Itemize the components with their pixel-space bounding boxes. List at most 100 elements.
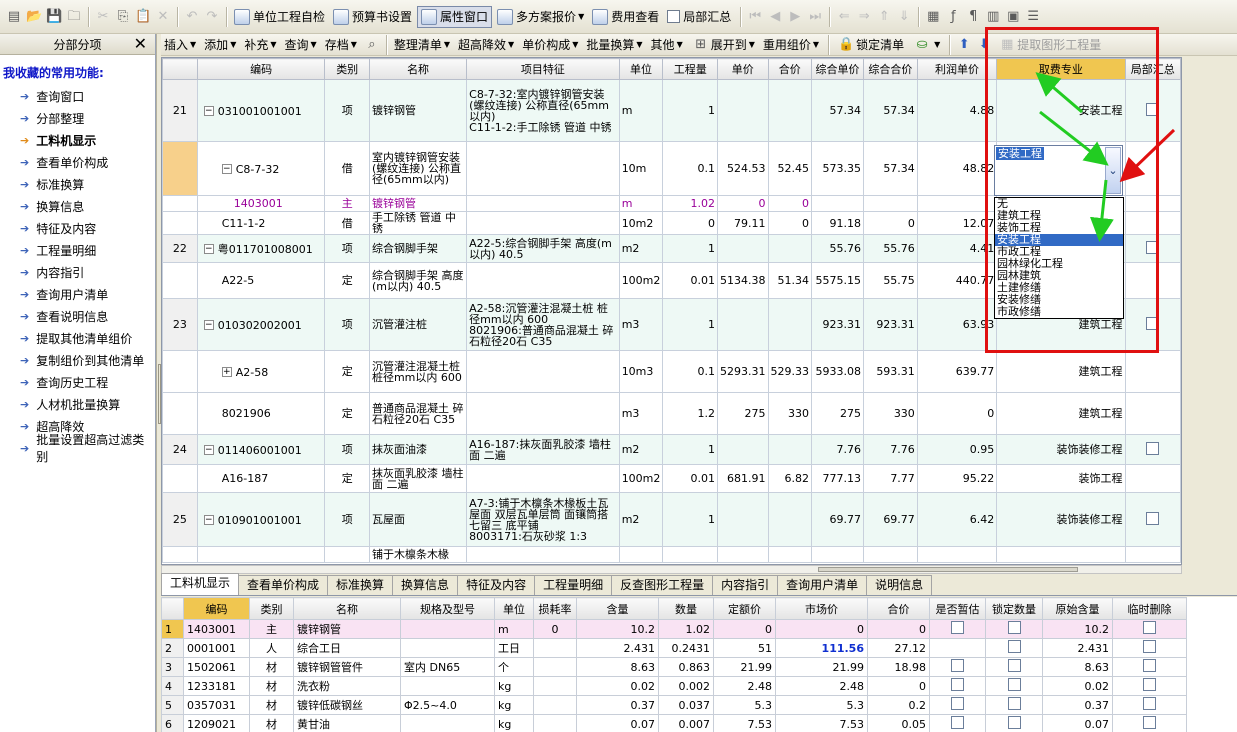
unit-cell[interactable]: 个 bbox=[494, 657, 534, 677]
code-cell[interactable]: −010302002001 bbox=[196, 298, 326, 351]
cont-cell[interactable]: 2.431 bbox=[576, 638, 659, 658]
collapse-icon[interactable]: − bbox=[221, 164, 232, 175]
collapse-icon[interactable]: − bbox=[203, 244, 214, 255]
code-cell[interactable]: − 粤011701008001 bbox=[196, 234, 326, 263]
table-row[interactable]: 5 0357031 材镀锌低碳钢丝 Φ2.5~4.0 kg 0.37 0.037 5.3 5.3… bbox=[161, 695, 1187, 715]
expand-icon[interactable]: + bbox=[221, 367, 232, 378]
column-header[interactable]: 取费专业 bbox=[996, 58, 1126, 80]
composite-total-cell[interactable]: 330 bbox=[862, 392, 918, 435]
dprice-cell[interactable]: 2.48 bbox=[713, 676, 776, 696]
total-cell[interactable]: 529.33 bbox=[767, 350, 813, 393]
price-cell[interactable] bbox=[717, 79, 769, 142]
edit-menu-2[interactable]: 补充 ▼ bbox=[241, 35, 279, 55]
cont-cell[interactable]: 0.07 bbox=[576, 714, 659, 732]
profit-cell[interactable]: 0.95 bbox=[916, 434, 998, 465]
quantity-cell[interactable] bbox=[662, 546, 719, 563]
composite-total-cell[interactable]: 57.34 bbox=[862, 141, 918, 196]
fee-specialty-cell[interactable]: 建筑工程 bbox=[996, 392, 1126, 435]
table-row[interactable]: + A2-58 定沉管灌注混凝土桩 桩径mm以内 600 10m3 0.1 5293.31… bbox=[162, 350, 1181, 393]
fee-specialty-cell[interactable]: 装饰装修工程 bbox=[996, 492, 1126, 547]
fee-view-button[interactable]: 费用查看 bbox=[589, 6, 662, 28]
calculator-icon[interactable]: ▣ bbox=[1005, 9, 1021, 25]
column-header[interactable]: 类别 bbox=[324, 58, 370, 80]
feature-cell[interactable]: C8-7-32:室内镀锌钢管安装(螺纹连接) 公称直径(65mm以内) C11-… bbox=[466, 79, 620, 142]
category-cell[interactable]: 定 bbox=[324, 350, 370, 393]
reuse-price-menu[interactable]: 重用组价 ▼ bbox=[760, 35, 822, 55]
name-cell[interactable]: 抹灰面油漆 bbox=[368, 434, 468, 465]
price-cell[interactable] bbox=[717, 298, 769, 351]
composite-total-cell[interactable]: 69.77 bbox=[862, 492, 918, 547]
name-cell[interactable]: 综合钢脚手架 bbox=[368, 234, 468, 263]
edit-menu-0[interactable]: 插入 ▼ bbox=[161, 35, 199, 55]
total-cell[interactable]: 52.45 bbox=[767, 141, 813, 196]
profit-cell[interactable]: 95.22 bbox=[916, 464, 998, 493]
close-icon[interactable]: ✕ bbox=[134, 34, 147, 54]
unit-cell[interactable]: kg bbox=[494, 676, 534, 696]
fee-specialty-cell[interactable] bbox=[996, 546, 1126, 563]
cls-cell[interactable]: 人 bbox=[249, 638, 294, 658]
quantity-cell[interactable]: 0 bbox=[662, 211, 719, 235]
lock-list-button[interactable]: 🔒 锁定清单 bbox=[833, 35, 907, 55]
fee-specialty-cell[interactable]: 装饰工程 bbox=[996, 464, 1126, 493]
partial-summary-checkbox[interactable] bbox=[1146, 442, 1160, 455]
composite-total-cell[interactable]: 923.31 bbox=[862, 298, 918, 351]
total-cell[interactable]: 18.98 bbox=[867, 657, 930, 677]
lock-quantity-checkbox[interactable] bbox=[1007, 621, 1021, 634]
column-header[interactable]: 单位 bbox=[618, 58, 664, 80]
tool-menu-4[interactable]: 其他 ▼ bbox=[648, 35, 686, 55]
loss-cell[interactable]: 0 bbox=[533, 619, 577, 639]
name-cell[interactable]: 沉管灌注混凝土桩 桩径mm以内 600 bbox=[368, 350, 468, 393]
estimate-checkbox[interactable] bbox=[951, 697, 964, 710]
column-header[interactable]: 合价 bbox=[867, 597, 930, 620]
scroll-thumb[interactable] bbox=[818, 567, 1078, 572]
price-cell[interactable]: 524.53 bbox=[717, 141, 769, 196]
category-cell[interactable]: 定 bbox=[324, 392, 370, 435]
code-cell[interactable]: −010901001001 bbox=[196, 492, 326, 547]
loss-cell[interactable] bbox=[533, 714, 577, 732]
column-header[interactable]: 利润单价 bbox=[916, 58, 998, 80]
budget-settings-button[interactable]: 预算书设置 bbox=[330, 6, 415, 28]
sidebar-item[interactable]: ➔ 查看说明信息 bbox=[0, 305, 155, 327]
del-cell[interactable] bbox=[1112, 657, 1187, 677]
column-header[interactable]: 工程量 bbox=[662, 58, 719, 80]
name-cell[interactable]: 抹灰面乳胶漆 墙柱面 二遍 bbox=[368, 464, 468, 493]
del-cell[interactable] bbox=[1112, 714, 1187, 732]
cont-cell[interactable]: 10.2 bbox=[576, 619, 659, 639]
mprice-cell[interactable]: 2.48 bbox=[775, 676, 868, 696]
total-cell[interactable] bbox=[767, 298, 813, 351]
column-header[interactable]: 定额价 bbox=[713, 597, 776, 620]
partial-summary-checkbox[interactable] bbox=[1146, 241, 1160, 254]
quantity-cell[interactable]: 1 bbox=[662, 79, 719, 142]
sidebar-item[interactable]: ➔ 特征及内容 bbox=[0, 217, 155, 239]
dprice-cell[interactable]: 7.53 bbox=[713, 714, 776, 732]
feature-cell[interactable]: A22-5:综合钢脚手架 高度(m以内) 40.5 bbox=[466, 234, 620, 263]
column-header[interactable]: 名称 bbox=[293, 597, 401, 620]
quantity-cell[interactable]: 0.01 bbox=[662, 262, 719, 299]
code-cell[interactable]: A22-5 bbox=[196, 262, 326, 299]
category-cell[interactable]: 借 bbox=[324, 141, 370, 196]
column-header[interactable]: 名称 bbox=[368, 58, 468, 80]
table-row[interactable]: 8021906 定普通商品混凝土 碎石粒径20石 C35 m3 1.2 275 330 27… bbox=[162, 392, 1181, 435]
feature-cell[interactable]: A2-58:沉管灌注混凝土桩 桩径mm以内 600 8021906:普通商品混凝… bbox=[466, 298, 620, 351]
binoculars-icon[interactable]: ⌕ bbox=[364, 37, 380, 53]
total-cell[interactable] bbox=[767, 434, 813, 465]
price-cell[interactable]: 79.11 bbox=[717, 211, 769, 235]
folder-icon[interactable]: 🗀 bbox=[66, 9, 82, 25]
column-header[interactable]: 编码 bbox=[183, 597, 250, 620]
del-cell[interactable] bbox=[1112, 676, 1187, 696]
estimate-checkbox[interactable] bbox=[951, 621, 964, 634]
del-cell[interactable] bbox=[1112, 638, 1187, 658]
expand-to-menu[interactable]: ⊞ 展开到 ▼ bbox=[688, 35, 758, 55]
unit-cell[interactable]: 10m bbox=[618, 141, 664, 196]
name-cell[interactable]: 手工除锈 管道 中锈 bbox=[368, 211, 468, 235]
profit-cell[interactable]: 4.88 bbox=[916, 79, 998, 142]
sidebar-item[interactable]: ➔ 提取其他清单组价 bbox=[0, 327, 155, 349]
est-cell[interactable] bbox=[929, 695, 986, 715]
orig-cell[interactable]: 10.2 bbox=[1042, 619, 1113, 639]
category-cell[interactable]: 项 bbox=[324, 234, 370, 263]
column-header[interactable]: 含量 bbox=[576, 597, 659, 620]
partial-summary-cell[interactable] bbox=[1124, 234, 1181, 263]
unit-cell[interactable]: 10m2 bbox=[618, 211, 664, 235]
est-cell[interactable] bbox=[929, 638, 986, 658]
mprice-cell[interactable]: 111.56 bbox=[775, 638, 868, 658]
